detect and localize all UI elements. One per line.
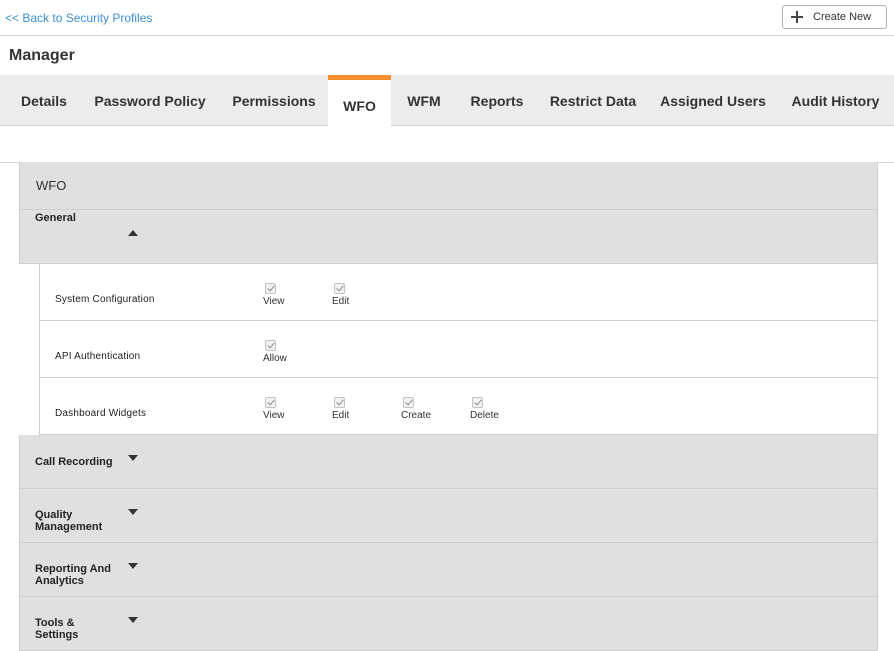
allow-checkbox[interactable] (265, 340, 276, 351)
permission-name: API Authentication (55, 351, 141, 362)
create-new-button[interactable]: Create New (782, 5, 887, 29)
delete-label: Delete (470, 410, 499, 421)
chevron-down-icon (128, 509, 138, 515)
back-to-security-profiles-link[interactable]: << Back to Security Profiles (5, 11, 152, 25)
chevron-up-icon (128, 230, 138, 236)
permission-option: Edit (332, 397, 349, 421)
section-label: Tools & Settings (35, 617, 79, 641)
section-label: Call Recording (35, 456, 113, 468)
tab-bar: Details Password Policy Permissions WFO … (0, 75, 894, 127)
section-label: Reporting And Analytics (35, 563, 111, 587)
tab-wfo[interactable]: WFO (328, 75, 391, 127)
permission-row: Dashboard Widgets View Edit Create Delet… (40, 378, 878, 435)
permission-option: View (263, 397, 285, 421)
permission-option: Create (401, 397, 431, 421)
tab-restrict-data[interactable]: Restrict Data (543, 75, 643, 126)
general-permission-rows: System Configuration View Edit API Authe… (39, 264, 878, 435)
tab-assigned-users[interactable]: Assigned Users (653, 75, 773, 126)
tab-password-policy[interactable]: Password Policy (86, 75, 214, 126)
create-checkbox[interactable] (403, 397, 414, 408)
section-tools-and-settings[interactable]: Tools & Settings (19, 597, 878, 651)
permission-option: Allow (263, 340, 287, 364)
allow-label: Allow (263, 353, 287, 364)
view-checkbox[interactable] (265, 283, 276, 294)
tab-wfm[interactable]: WFM (398, 75, 450, 126)
section-reporting-and-analytics[interactable]: Reporting And Analytics (19, 543, 878, 597)
edit-label: Edit (332, 296, 350, 307)
section-general[interactable]: General (19, 210, 878, 264)
chevron-down-icon (128, 563, 138, 569)
permission-option: Edit (332, 283, 349, 307)
view-label: View (263, 410, 285, 421)
view-checkbox[interactable] (265, 397, 276, 408)
wfo-panel-header: WFO (19, 162, 878, 210)
section-label: Quality Management (35, 509, 103, 533)
page-title: Manager (9, 47, 75, 64)
view-label: View (263, 296, 285, 307)
edit-checkbox[interactable] (334, 283, 345, 294)
edit-checkbox[interactable] (334, 397, 345, 408)
section-quality-management[interactable]: Quality Management (19, 489, 878, 543)
tab-reports[interactable]: Reports (460, 75, 534, 126)
chevron-down-icon (128, 617, 138, 623)
section-call-recording[interactable]: Call Recording (19, 435, 878, 489)
tab-permissions[interactable]: Permissions (223, 75, 325, 126)
permission-row: System Configuration View Edit (40, 264, 878, 321)
chevron-down-icon (128, 455, 138, 461)
create-new-label: Create New (813, 11, 872, 23)
tab-details[interactable]: Details (11, 75, 77, 126)
top-bar: << Back to Security Profiles Create New (0, 0, 894, 36)
tab-audit-history[interactable]: Audit History (783, 75, 888, 126)
permission-option: Delete (470, 397, 499, 421)
edit-label: Edit (332, 410, 350, 421)
permission-option: View (263, 283, 285, 307)
plus-icon (791, 11, 803, 23)
create-label: Create (401, 410, 432, 421)
delete-checkbox[interactable] (472, 397, 483, 408)
section-general-label: General (35, 212, 76, 224)
permission-name: Dashboard Widgets (55, 408, 147, 419)
wfo-permissions-panel: WFO General System Configuration View Ed… (19, 162, 878, 651)
permission-name: System Configuration (55, 294, 155, 305)
permission-row: API Authentication Allow (40, 321, 878, 378)
